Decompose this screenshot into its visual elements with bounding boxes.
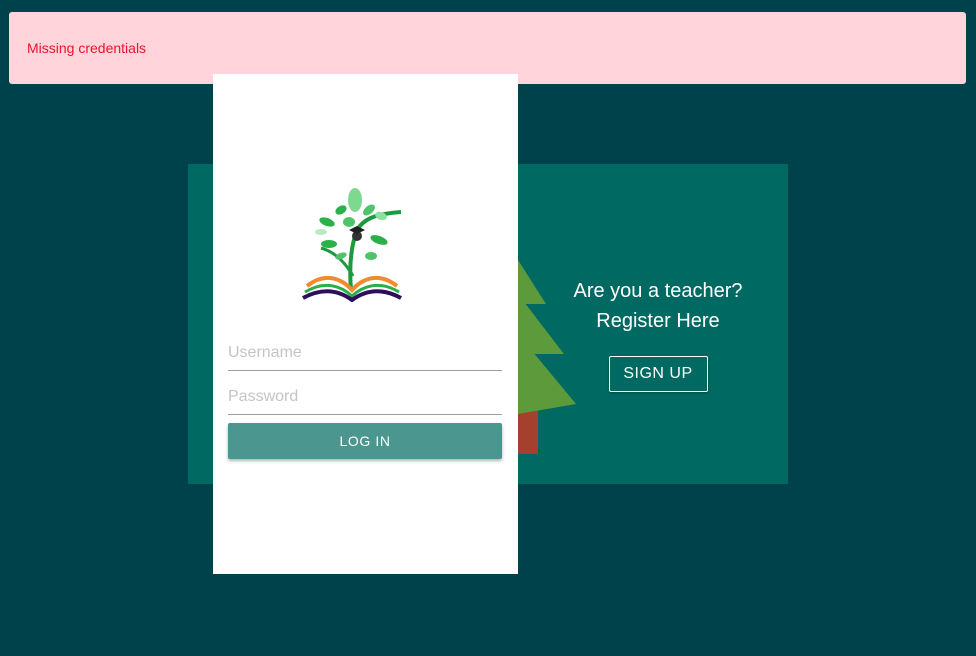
log-in-button[interactable]: LOG IN — [228, 423, 502, 459]
register-here-text: Register Here — [596, 310, 720, 332]
teacher-question: Are you a teacher? — [573, 280, 743, 302]
login-card: LOG IN — [213, 74, 518, 574]
sign-up-button[interactable]: SIGN UP — [608, 356, 708, 392]
alert-message: Missing credentials — [27, 40, 147, 56]
teacher-cta: Are you a teacher? Register Here SIGN UP — [558, 276, 758, 392]
username-input[interactable] — [228, 336, 502, 371]
tree-book-logo-icon — [302, 188, 402, 302]
password-input[interactable] — [228, 380, 502, 415]
